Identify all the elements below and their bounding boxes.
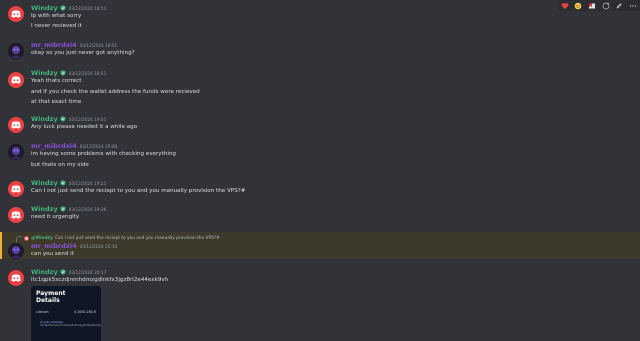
message-text: at that exact time [31, 99, 82, 105]
payment-row: Litecoin 0.2000-280-R [36, 310, 96, 314]
message-toolbar [558, 0, 640, 11]
avatar[interactable] [8, 207, 24, 223]
reply-quoted-text: Can I not just send the reciept to you a… [54, 236, 220, 241]
message-header: Windzy 03/12/2024 19:36 [31, 205, 106, 213]
discord-logo-icon [11, 274, 21, 282]
message-text: Ip with what sorry [31, 13, 82, 19]
reaction-flag-icon[interactable] [588, 2, 596, 10]
user-avatar-icon [8, 43, 24, 59]
timestamp: 03/12/2024 19:36 [68, 206, 107, 212]
message-text: Can I not just send the reciept to you a… [31, 188, 246, 194]
verified-badge-icon [60, 269, 66, 275]
username[interactable]: Windzy [31, 179, 58, 187]
avatar[interactable] [8, 43, 24, 59]
message-header: Windzy 03/12/2024 18:51 [31, 4, 106, 12]
avatar[interactable] [8, 72, 24, 88]
avatar[interactable] [8, 270, 24, 286]
reply-connector [16, 236, 22, 242]
username[interactable]: mr_mibrdxi4 [31, 142, 77, 150]
avatar[interactable] [8, 6, 24, 22]
reaction-heart-icon[interactable] [561, 2, 569, 10]
username[interactable]: Windzy [31, 268, 58, 276]
verified-badge-icon [60, 5, 66, 11]
message-text: im having some problems with checking ev… [31, 151, 176, 157]
discord-logo-icon [11, 76, 21, 84]
payment-amount: 0.2000-280-R [74, 310, 96, 314]
discord-logo-icon [11, 121, 21, 129]
timestamp: 03/12/2024 20:17 [68, 269, 107, 275]
avatar[interactable] [8, 181, 24, 197]
verified-badge-icon [60, 116, 66, 122]
discord-logo-icon [24, 236, 29, 241]
add-reaction-icon[interactable] [602, 2, 610, 10]
user-avatar-icon [8, 243, 24, 259]
edit-icon[interactable] [615, 2, 623, 10]
verified-badge-icon [60, 70, 66, 76]
reaction-emoji-icon[interactable] [574, 2, 582, 10]
username[interactable]: mr_mibrdxi4 [31, 41, 77, 49]
message-text: but thats on my side [31, 162, 89, 168]
message-text: Any luck please needed it a while ago [31, 124, 138, 130]
chat-window: Windzy 03/12/2024 18:51 Ip with what sor… [0, 0, 640, 341]
timestamp: 03/12/2024 18:51 [79, 42, 118, 48]
message-header: mr_mibrdxi4 03/12/2024 19:08 [31, 142, 117, 150]
verified-badge-icon [60, 180, 66, 186]
message-header: Windzy 03/12/2024 20:17 [31, 268, 106, 276]
discord-logo-icon [11, 10, 21, 18]
message-header: mr_mibrdxi4 03/12/2024 18:51 [31, 41, 117, 49]
username[interactable]: Windzy [31, 115, 58, 123]
timestamp: 03/12/2024 19:21 [68, 180, 107, 186]
message-text: and if you check the wallet address the … [31, 89, 200, 95]
discord-logo-icon [11, 211, 21, 219]
message-header: Windzy 03/12/2024 19:01 [31, 115, 106, 123]
timestamp: 03/12/2024 19:01 [68, 116, 107, 122]
discord-logo-icon [11, 185, 21, 193]
reply-mention[interactable]: @Windzy [31, 236, 53, 241]
message-text: can you send it [31, 251, 74, 257]
username[interactable]: Windzy [31, 205, 58, 213]
message-header: Windzy 03/12/2024 18:51 [31, 69, 106, 77]
reply-reference[interactable]: @Windzy Can I not just send the reciept … [24, 236, 220, 241]
timestamp: 03/12/2024 19:08 [79, 143, 118, 149]
avatar[interactable] [8, 117, 24, 133]
verified-badge-icon [60, 206, 66, 212]
timestamp: 03/12/2024 20:16 [79, 243, 118, 249]
message-text: okay so you just never got anything? [31, 50, 135, 56]
user-avatar-icon [8, 144, 24, 160]
message-text: Yeah thats correct [31, 78, 82, 84]
message-header: Windzy 03/12/2024 19:21 [31, 179, 106, 187]
username[interactable]: Windzy [31, 4, 58, 12]
message-text: I never recieved it [31, 23, 82, 29]
timestamp: 03/12/2024 18:51 [68, 5, 107, 11]
message-header: mr_mibrdxi4 03/12/2024 20:16 [31, 242, 117, 250]
payment-title: Payment Details [36, 290, 66, 304]
avatar[interactable] [8, 144, 24, 160]
message-text: ltc1qpk5xczdjnmhdmzgdlnkfx3jgz8rl2e44exk… [31, 277, 169, 283]
message-text: need it urgenglty [31, 214, 80, 220]
more-options-icon[interactable] [629, 2, 637, 10]
timestamp: 03/12/2024 18:51 [68, 70, 107, 76]
username[interactable]: mr_mibrdxi4 [31, 242, 77, 250]
payment-address: ltc1qpk5xczdjnmhdmzgdlnkfx3jgz8rl2e44exk… [40, 324, 101, 327]
username[interactable]: Windzy [31, 69, 58, 77]
avatar[interactable] [8, 243, 24, 259]
payment-screenshot-attachment[interactable]: Payment Details Litecoin 0.2000-280-R Cr… [31, 286, 101, 341]
payment-coin: Litecoin [36, 310, 49, 314]
